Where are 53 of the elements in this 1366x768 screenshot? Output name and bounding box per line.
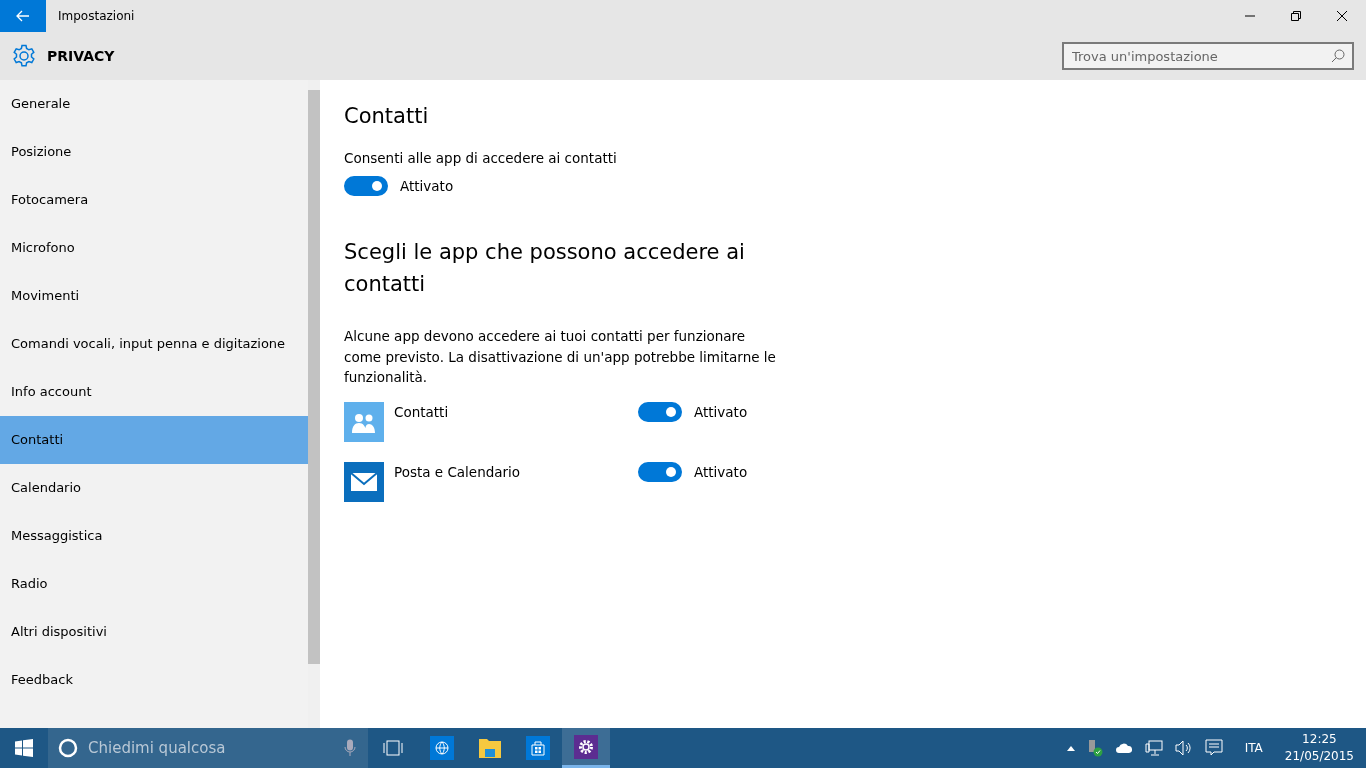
toggle-switch[interactable]	[638, 461, 682, 482]
shopping-bag-icon	[526, 736, 550, 760]
caret-up-icon[interactable]	[1066, 745, 1075, 751]
search-field[interactable]: Trova un'impostazione	[1062, 42, 1354, 70]
close-icon[interactable]	[1336, 10, 1348, 22]
sidebar-item[interactable]: Calendario	[0, 464, 308, 512]
sidebar-item[interactable]: Generale	[0, 80, 308, 128]
clock-date[interactable]: 21/05/2015	[1284, 748, 1354, 765]
globe-icon	[430, 736, 454, 760]
sidebar-item[interactable]: Info account	[0, 368, 308, 416]
sidebar-item[interactable]: Contatti	[0, 416, 308, 464]
description-text: Alcune app devono accedere ai tuoi contatti per funzionare come previsto. La disattivazione di un'app potrebbe limitarne le funzionalità.	[344, 327, 777, 387]
sidebar-item[interactable]: Posizione	[0, 128, 308, 176]
settings-icon	[12, 44, 36, 68]
toggle-label: Attivato	[694, 403, 748, 420]
windows-logo-icon	[15, 739, 33, 757]
taskbar-app-button[interactable]	[562, 728, 610, 768]
microphone-icon[interactable]	[344, 739, 356, 757]
taskbar-search-field[interactable]: Chiedimi qualcosa	[48, 728, 368, 768]
folder-icon	[478, 737, 502, 759]
sidebar-item[interactable]: Movimenti	[0, 272, 308, 320]
sidebar-item[interactable]: Comandi vocali, input penna e digitazione	[0, 320, 308, 368]
section-title: Contatti	[344, 104, 430, 128]
circle-icon	[58, 738, 78, 758]
sidebar-item[interactable]: Fotocamera	[0, 176, 308, 224]
cloud-icon[interactable]	[1114, 742, 1133, 754]
sidebar-item[interactable]: Feedback	[0, 656, 308, 704]
language-indicator[interactable]: ITA	[1244, 741, 1263, 755]
window-title: Impostazioni	[58, 9, 136, 23]
toggle-label: Attivato	[400, 178, 454, 194]
gear-icon	[574, 734, 598, 759]
page-title: PRIVACY	[47, 48, 116, 64]
app-name: Contatti	[394, 403, 450, 420]
toggle-switch[interactable]	[638, 401, 682, 422]
sidebar-item[interactable]: Altri dispositivi	[0, 608, 308, 656]
network-icon[interactable]	[1144, 740, 1163, 756]
sidebar-item[interactable]: Microfono	[0, 224, 308, 272]
setting-label: Consenti alle app di accedere ai contatti	[344, 150, 618, 166]
restore-icon[interactable]	[1290, 10, 1302, 22]
back-button[interactable]	[0, 0, 46, 32]
back-arrow-icon	[16, 10, 30, 22]
speaker-icon[interactable]	[1174, 740, 1193, 756]
sidebar-item[interactable]: Messaggistica	[0, 512, 308, 560]
toggle-label: Attivato	[694, 463, 748, 480]
sidebar-item[interactable]: Radio	[0, 560, 308, 608]
usb-drive-check-icon[interactable]	[1086, 739, 1103, 757]
section-heading: Scegli le app che possono accedere ai contatti	[344, 239, 746, 298]
toggle-switch[interactable]	[344, 176, 388, 196]
app-name: Posta e Calendario	[394, 463, 522, 480]
task-view-icon[interactable]	[382, 740, 404, 756]
clock-time[interactable]: 12:25	[1302, 731, 1337, 748]
notification-icon[interactable]	[1204, 739, 1223, 757]
search-icon	[1331, 49, 1345, 63]
